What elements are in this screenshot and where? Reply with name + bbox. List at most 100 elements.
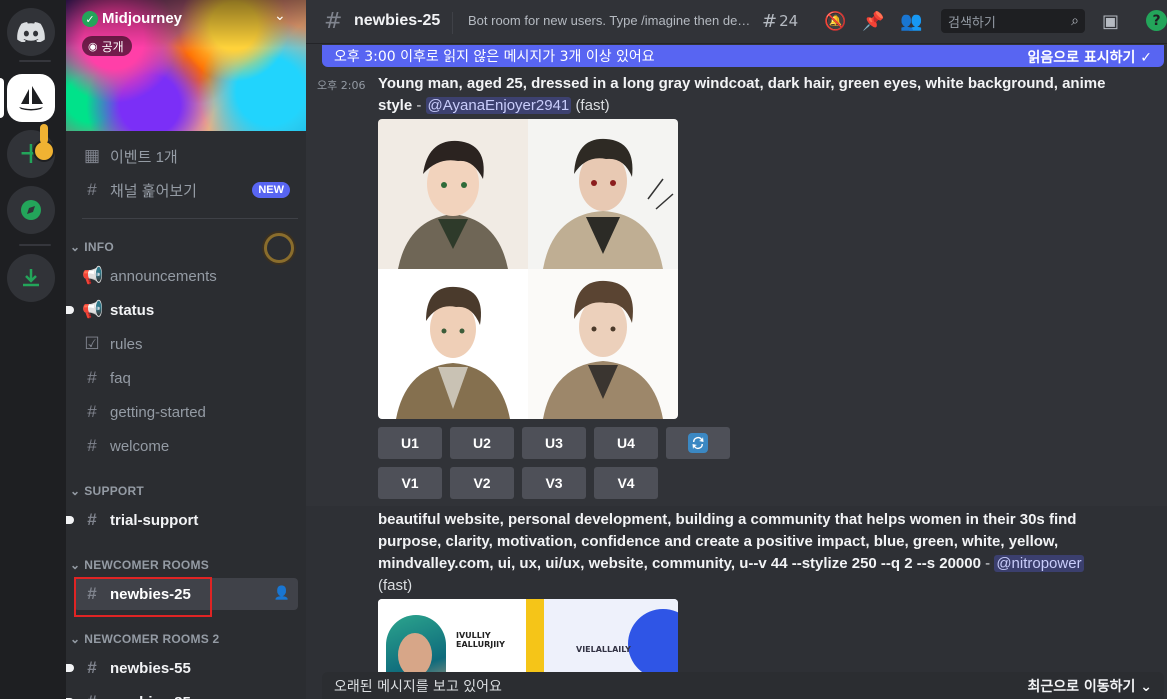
help-icon[interactable]: ?: [1146, 10, 1167, 31]
channel-label: announcements: [110, 267, 217, 285]
discord-home-button[interactable]: [7, 8, 55, 56]
calendar-icon: ▦: [83, 146, 101, 165]
category-info[interactable]: ⌄ INFO: [70, 240, 114, 254]
thread-hashtag-icon: #: [87, 658, 97, 677]
threads-button[interactable]: # 24: [762, 10, 798, 32]
mute-bell-icon[interactable]: 🔕: [824, 10, 846, 32]
older-messages-bar: 오래된 메시지를 보고 있어요 최근으로 이동하기 ⌄: [322, 672, 1164, 699]
sidebar-divider: [82, 218, 298, 219]
search-icon: ⌕: [1071, 12, 1079, 28]
channel-newbies-55[interactable]: # newbies-55: [66, 652, 298, 684]
explore-servers-button[interactable]: [7, 186, 55, 234]
globe-icon: ◉: [88, 39, 98, 53]
channel-faq[interactable]: # faq: [74, 362, 298, 394]
user-mention[interactable]: @AyanaEnjoyer2941: [425, 97, 572, 114]
refresh-icon: [688, 433, 708, 453]
channel-label: getting-started: [110, 403, 206, 421]
server-name[interactable]: Midjourney: [102, 10, 182, 27]
upscale-button-2[interactable]: U2: [450, 427, 514, 459]
category-label: NEWCOMER ROOMS 2: [84, 632, 220, 646]
selection-highlight-box: [74, 577, 212, 617]
prompt-separator: -: [980, 555, 995, 572]
inbox-icon[interactable]: ▣: [1102, 10, 1119, 32]
public-label: 공개: [101, 39, 124, 54]
header-separator: [452, 12, 453, 34]
category-collapse-icon: ⌄: [70, 240, 81, 254]
search-input[interactable]: 검색하기 ⌕: [941, 9, 1085, 33]
events-item[interactable]: ▦ 이벤트 1개: [74, 140, 298, 172]
discord-logo-icon: [17, 22, 45, 42]
add-server-button[interactable]: +: [7, 124, 55, 178]
mode-label: (fast): [575, 97, 610, 114]
category-support[interactable]: ⌄ SUPPORT: [70, 484, 144, 498]
member-list-icon[interactable]: 👥: [900, 10, 922, 32]
rail-separator: [19, 60, 51, 62]
browse-channels-icon: #: [87, 180, 97, 199]
mark-as-read-button[interactable]: 읽음으로 표시하기 ✓: [1027, 47, 1152, 67]
anime-portrait-image: [398, 140, 508, 269]
category-newcomer-rooms-2[interactable]: ⌄ NEWCOMER ROOMS 2: [70, 632, 219, 646]
channel-label: faq: [110, 369, 131, 387]
pin-icon[interactable]: 📌: [862, 10, 884, 32]
reroll-button[interactable]: [666, 427, 730, 459]
channel-label: welcome: [110, 437, 170, 455]
channel-announcements[interactable]: 📢 announcements: [74, 260, 298, 292]
unread-messages-banner[interactable]: 오후 3:00 이후로 읽지 않은 메시지가 3개 이상 있어요 읽음으로 표시…: [322, 45, 1164, 67]
channel-label: rules: [110, 335, 143, 353]
server-rail: +: [0, 0, 66, 699]
unread-indicator: [66, 664, 74, 672]
alert-icon: [40, 124, 48, 144]
older-messages-text: 오래된 메시지를 보고 있어요: [334, 678, 502, 695]
image-tile-2: [528, 119, 678, 269]
image-tile-1: [378, 119, 528, 269]
message-timestamp: 오후 2:06: [317, 79, 366, 92]
generated-image-grid[interactable]: [378, 119, 678, 419]
message-content: beautiful website, personal development,…: [378, 509, 1118, 597]
face-illustration: [398, 633, 432, 677]
prompt-separator: -: [412, 97, 426, 114]
user-mention[interactable]: @nitropower: [994, 555, 1084, 572]
preview-heading-1: IVULLIY EALLURJIIY: [456, 631, 505, 649]
unread-banner-text: 오후 3:00 이후로 읽지 않은 메시지가 3개 이상 있어요: [334, 49, 655, 65]
preview-heading-2: VIELALLAILY: [576, 645, 631, 654]
upscale-button-4[interactable]: U4: [594, 427, 658, 459]
channel-title: newbies-25: [354, 12, 441, 29]
message-content: Young man, aged 25, dressed in a long gr…: [378, 73, 1108, 117]
hashtag-icon: #: [87, 402, 97, 421]
variation-button-2[interactable]: V2: [450, 467, 514, 499]
channel-getting-started[interactable]: # getting-started: [74, 396, 298, 428]
upscale-button-1[interactable]: U1: [378, 427, 442, 459]
download-apps-button[interactable]: [7, 254, 55, 302]
public-badge: ◉ 공개: [82, 36, 132, 56]
variation-button-4[interactable]: V4: [594, 467, 658, 499]
upscale-button-3[interactable]: U3: [522, 427, 586, 459]
anime-portrait-image: [543, 138, 674, 269]
channel-newbies-85[interactable]: # newbies-85: [66, 686, 298, 699]
active-server-pill: [0, 78, 4, 118]
invite-member-icon[interactable]: 👤: [274, 585, 290, 601]
server-menu-chevron-icon[interactable]: ⌄: [274, 8, 286, 24]
rules-checkbox-icon: ☑: [84, 334, 100, 353]
category-newcomer-rooms[interactable]: ⌄ NEWCOMER ROOMS: [70, 558, 209, 572]
channel-trial-support[interactable]: # trial-support: [66, 504, 298, 536]
browse-channels-item[interactable]: # 채널 훑어보기 NEW: [74, 174, 298, 206]
unread-indicator: [66, 516, 74, 524]
midjourney-server-button[interactable]: [7, 74, 55, 122]
jump-to-present-label: 최근으로 이동하기: [1027, 679, 1136, 695]
hashtag-icon: #: [87, 368, 97, 387]
anime-portrait-image: [396, 286, 510, 419]
new-badge: NEW: [252, 182, 290, 198]
variation-button-1[interactable]: V1: [378, 467, 442, 499]
jump-to-present-button[interactable]: 최근으로 이동하기 ⌄: [1027, 676, 1152, 696]
sailboat-icon: [19, 86, 43, 111]
channel-rules[interactable]: ☑ rules: [74, 328, 298, 360]
channel-label: trial-support: [110, 511, 199, 529]
channel-topic[interactable]: Bot room for new users. Type /imagine th…: [468, 13, 754, 28]
category-collapse-icon: ⌄: [70, 484, 81, 498]
search-placeholder: 검색하기: [948, 14, 996, 30]
channel-welcome[interactable]: # welcome: [74, 430, 298, 462]
thread-hashtag-icon: #: [324, 9, 343, 34]
channel-status[interactable]: 📢 status: [66, 294, 298, 326]
variation-button-3[interactable]: V3: [522, 467, 586, 499]
thread-hashtag-icon: #: [87, 510, 97, 529]
